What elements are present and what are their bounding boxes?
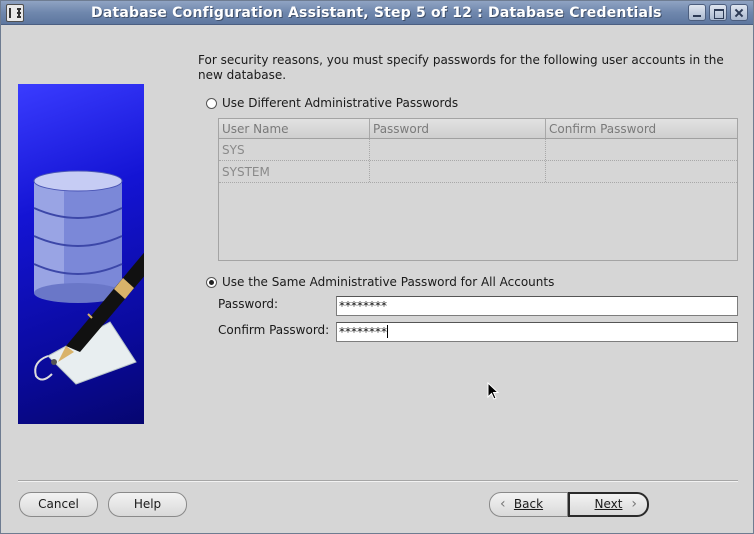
wizard-side-image (18, 84, 144, 424)
confirm-password-input[interactable]: ******** (336, 322, 738, 342)
cancel-button[interactable]: Cancel (19, 492, 98, 517)
table-header: User Name Password Confirm Password (219, 119, 737, 139)
different-passwords-label: Use Different Administrative Passwords (222, 96, 459, 110)
button-separator (18, 480, 738, 482)
mouse-pointer-icon (487, 382, 500, 400)
cell-user-name: SYS (219, 139, 370, 160)
same-password-label: Use the Same Administrative Password for… (222, 275, 555, 289)
intro-text: For security reasons, you must specify p… (198, 53, 724, 82)
accounts-table: User Name Password Confirm Password SYS … (218, 118, 738, 261)
next-label: Next (594, 497, 623, 511)
password-input[interactable]: ******** (336, 296, 738, 316)
help-button[interactable]: Help (108, 492, 187, 517)
chevron-right-icon: › (631, 496, 637, 512)
cell-confirm-password[interactable] (546, 161, 737, 182)
window-title: Database Configuration Assistant, Step 5… (91, 5, 662, 21)
column-header-password: Password (370, 119, 546, 138)
text-cursor (387, 325, 388, 338)
title-bar[interactable]: Database Configuration Assistant, Step 5… (1, 1, 753, 25)
column-header-confirm-password: Confirm Password (546, 119, 737, 138)
next-button[interactable]: Next › (568, 492, 649, 517)
chevron-left-icon: ‹ (500, 496, 506, 512)
different-passwords-option[interactable]: Use Different Administrative Passwords (206, 96, 458, 110)
different-passwords-radio[interactable] (206, 97, 217, 109)
cell-user-name: SYSTEM (219, 161, 370, 182)
cell-password[interactable] (370, 161, 546, 182)
password-label: Password: (218, 297, 279, 311)
same-password-radio[interactable] (206, 276, 217, 288)
back-label: Back (513, 497, 544, 511)
maximize-icon[interactable] (709, 4, 727, 21)
table-row[interactable]: SYS (219, 139, 737, 161)
minimize-icon[interactable] (688, 4, 706, 21)
password-value: ******** (339, 299, 387, 313)
cell-password[interactable] (370, 139, 546, 160)
confirm-password-value: ******** (339, 325, 387, 339)
dialog-window: Database Configuration Assistant, Step 5… (0, 0, 754, 534)
same-password-option[interactable]: Use the Same Administrative Password for… (206, 275, 554, 289)
cell-confirm-password[interactable] (546, 139, 737, 160)
database-cylinder-icon (33, 170, 123, 303)
back-button[interactable]: ‹ Back (489, 492, 568, 517)
column-header-user-name: User Name (219, 119, 370, 138)
close-icon[interactable] (730, 4, 748, 21)
confirm-password-label: Confirm Password: (218, 323, 330, 337)
table-row[interactable]: SYSTEM (219, 161, 737, 183)
